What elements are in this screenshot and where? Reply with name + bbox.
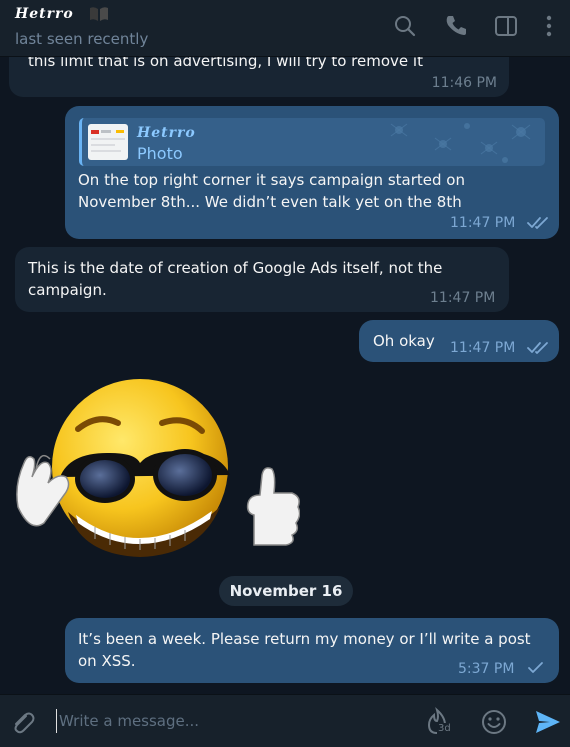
search-icon[interactable] xyxy=(392,13,418,39)
cool-smiley-sticker[interactable] xyxy=(10,367,300,557)
contact-name[interactable]: Hetrro xyxy=(15,6,74,22)
reply-preview[interactable]: Hetrro Photo xyxy=(79,118,545,166)
message-time: 11:46 PM xyxy=(431,75,497,91)
message-time: 5:37 PM xyxy=(458,661,515,677)
message-text: this limit that is on advertising, I wil… xyxy=(28,57,423,70)
date-separator: November 16 xyxy=(219,576,353,606)
message-text: Oh okay xyxy=(373,332,435,350)
message-composer: 3d xyxy=(0,694,570,747)
more-options-icon[interactable] xyxy=(536,13,562,39)
message-time: 11:47 PM xyxy=(430,290,496,306)
message-text: This is the date of creation of Google A… xyxy=(28,259,443,299)
message-list[interactable]: this limit that is on advertising, I wil… xyxy=(0,57,570,694)
chat-header: Hetrro last seen recently xyxy=(0,0,570,57)
reply-type: Photo xyxy=(137,144,183,163)
message-incoming[interactable]: this limit that is on advertising, I wil… xyxy=(9,57,509,97)
spider-pattern-icon xyxy=(390,123,531,163)
sent-check-icon xyxy=(528,662,543,673)
message-text: On the top right corner it says campaign… xyxy=(78,171,465,211)
message-incoming[interactable]: This is the date of creation of Google A… xyxy=(15,247,509,312)
self-destruct-timer-button[interactable]: 3d xyxy=(425,707,453,737)
message-outgoing[interactable]: It’s been a week. Please return my money… xyxy=(65,618,559,683)
sidebar-toggle-icon[interactable] xyxy=(493,13,519,39)
call-icon[interactable] xyxy=(443,13,469,39)
message-time: 11:47 PM xyxy=(450,340,516,356)
message-outgoing[interactable]: Oh okay 11:47 PM xyxy=(359,320,559,362)
reply-author: Hetrro xyxy=(137,125,196,141)
emoji-icon[interactable] xyxy=(479,707,509,737)
attach-icon[interactable] xyxy=(9,709,37,737)
message-outgoing[interactable]: Hetrro Photo On the top right corner it … xyxy=(65,106,559,239)
message-time: 11:47 PM xyxy=(450,215,516,231)
timer-label: 3d xyxy=(437,723,452,734)
read-double-check-icon xyxy=(527,342,548,354)
reply-photo-thumbnail xyxy=(88,124,128,160)
read-double-check-icon xyxy=(527,217,548,229)
contact-emoji-icon xyxy=(90,7,108,21)
contact-status: last seen recently xyxy=(15,30,149,48)
send-icon[interactable] xyxy=(533,708,563,736)
message-input[interactable] xyxy=(56,709,396,733)
